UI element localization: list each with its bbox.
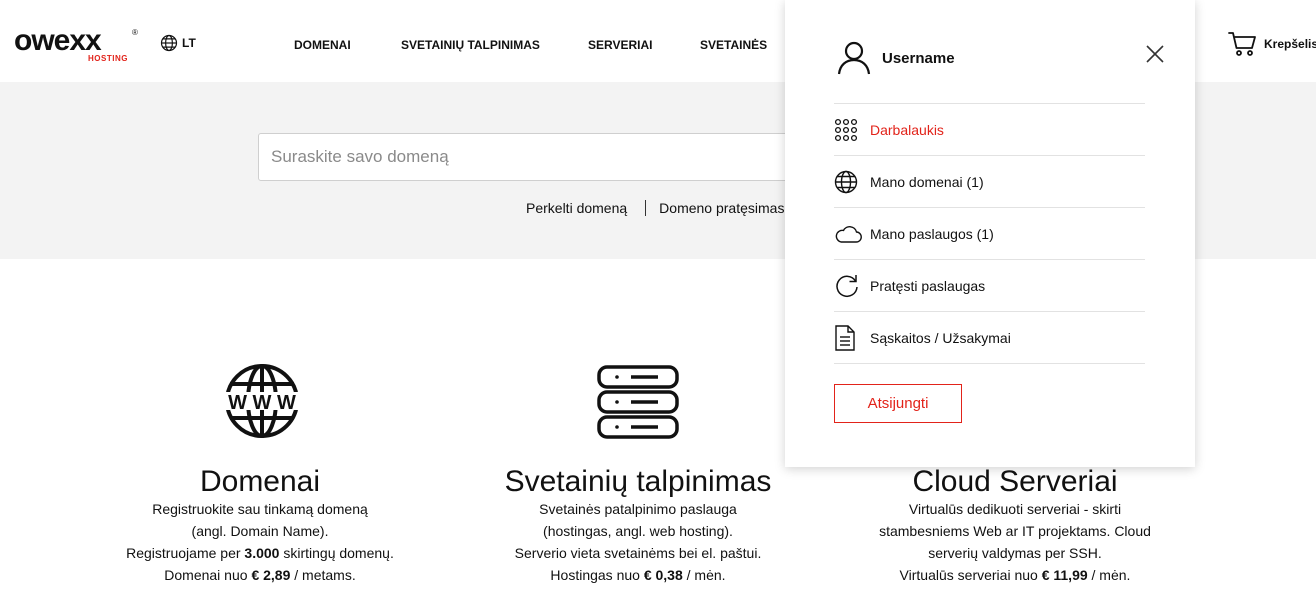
nav-domenai[interactable]: DOMENAI xyxy=(294,38,351,52)
service-desc-text: / mėn. xyxy=(682,567,726,583)
server-icon xyxy=(597,365,679,439)
service-desc-talpinimas: Svetainės patalpinimo paslauga (hostingas… xyxy=(468,498,808,586)
service-desc-cloud: Virtualūs dedikuoti serveriai - skirti st… xyxy=(845,498,1185,586)
refresh-icon xyxy=(836,274,858,297)
service-desc-line: Registruojame per 3.000 skirtingų domenų… xyxy=(90,542,430,564)
cloud-icon xyxy=(835,225,862,243)
service-desc-highlight: € 11,99 xyxy=(1041,567,1088,583)
service-desc-text: Svetainės patalpinimo paslauga xyxy=(539,501,737,517)
service-desc-line: Virtualūs serveriai nuo € 11,99 / mėn. xyxy=(845,564,1185,586)
grid-dots-icon xyxy=(834,118,858,141)
document-icon xyxy=(835,324,855,351)
language-label: LT xyxy=(182,36,196,50)
service-desc-domenai: Registruokite sau tinkamą domeną (angl. D… xyxy=(90,498,430,586)
service-desc-highlight: € 0,38 xyxy=(643,567,683,583)
user-icon xyxy=(837,41,871,75)
menu-item-pratesti-paslaugas[interactable]: Pratęsti paslaugas xyxy=(834,260,1145,312)
service-desc-text: Serverio vieta svetainėms bei el. paštui… xyxy=(514,545,762,561)
service-desc-highlight: € 2,89 xyxy=(251,567,291,583)
svg-text:W W W: W W W xyxy=(228,392,296,414)
service-desc-text: Virtualūs dedikuoti serveriai - skirti xyxy=(908,501,1122,517)
menu-item-label: Mano domenai (1) xyxy=(870,173,984,190)
menu-item-mano-paslaugos[interactable]: Mano paslaugos (1) xyxy=(834,208,1145,260)
menu-item-label: Mano paslaugos (1) xyxy=(870,225,994,242)
service-title-domenai[interactable]: Domenai xyxy=(90,465,430,499)
www-globe-icon: W W W xyxy=(218,364,306,438)
service-desc-text: (angl. Domain Name). xyxy=(191,523,329,539)
menu-item-label: Pratęsti paslaugas xyxy=(870,277,986,294)
nav-svetainiu-talpinimas[interactable]: SVETAINIŲ TALPINIMAS xyxy=(401,38,540,52)
transfer-domain-link[interactable]: Perkelti domeną xyxy=(526,200,627,216)
service-desc-line: Registruokite sau tinkamą domeną xyxy=(90,498,430,520)
service-desc-text: Hostingas nuo xyxy=(550,567,644,583)
domain-search-input[interactable] xyxy=(258,133,818,181)
globe-icon xyxy=(160,34,178,52)
service-desc-line: (angl. Domain Name). xyxy=(90,520,430,542)
logo[interactable]: owexx ® HOSTING xyxy=(14,26,138,66)
cart-label: Krepšelis xyxy=(1264,37,1316,51)
service-desc-line: Domenai nuo € 2,89 / metams. xyxy=(90,564,430,586)
logo-word: owexx xyxy=(14,24,102,57)
service-desc-line: Serverio vieta svetainėms bei el. paštui… xyxy=(468,542,808,564)
language-switcher[interactable]: LT xyxy=(160,34,196,52)
service-title-cloud[interactable]: Cloud Serveriai xyxy=(845,465,1185,499)
account-menu: Darbalaukis Mano domenai (1) Mano paslau… xyxy=(834,103,1145,364)
close-icon[interactable] xyxy=(1145,44,1165,64)
service-title-talpinimas[interactable]: Svetainių talpinimas xyxy=(468,465,808,499)
cart-icon xyxy=(1228,32,1256,56)
logo-subtitle: HOSTING xyxy=(88,54,128,63)
page: owexx ® HOSTING LT DOMENAI SVETAINIŲ TAL… xyxy=(0,0,1316,610)
service-desc-line: serverių valdymas per SSH. xyxy=(845,542,1185,564)
service-desc-text: Registruojame per xyxy=(126,545,245,561)
service-desc-text: Registruokite sau tinkamą domeną xyxy=(152,501,368,517)
nav-serveriai[interactable]: SERVERIAI xyxy=(588,38,652,52)
menu-item-darbalaukis[interactable]: Darbalaukis xyxy=(834,104,1145,156)
service-desc-text: skirtingų domenų. xyxy=(279,545,394,561)
service-desc-text: serverių valdymas per SSH. xyxy=(928,545,1102,561)
service-desc-text: Virtualūs serveriai nuo xyxy=(899,567,1042,583)
service-desc-text: Domenai nuo xyxy=(164,567,252,583)
service-desc-line: Svetainės patalpinimo paslauga xyxy=(468,498,808,520)
service-desc-text: / mėn. xyxy=(1087,567,1131,583)
account-dropdown: Username Darbalaukis Mano domenai (1) Ma… xyxy=(785,0,1195,467)
service-desc-line: Hostingas nuo € 0,38 / mėn. xyxy=(468,564,808,586)
menu-item-saskaitos[interactable]: Sąskaitos / Užsakymai xyxy=(834,312,1145,364)
cart-button[interactable]: Krepšelis xyxy=(1228,31,1316,57)
logo-registered-mark: ® xyxy=(132,28,138,37)
service-desc-highlight: 3.000 xyxy=(244,545,280,561)
link-separator xyxy=(645,200,647,216)
menu-item-label: Sąskaitos / Užsakymai xyxy=(870,329,1011,346)
logout-button[interactable]: Atsijungti xyxy=(834,384,962,423)
service-desc-line: stambesniems Web ar IT projektams. Cloud xyxy=(845,520,1185,542)
nav-svetaines[interactable]: SVETAINĖS xyxy=(700,38,767,52)
service-desc-text: / metams. xyxy=(290,567,356,583)
menu-item-label: Darbalaukis xyxy=(870,121,944,138)
service-desc-line: (hostingas, angl. web hosting). xyxy=(468,520,808,542)
search-links: Perkelti domeną Domeno pratęsimas xyxy=(526,200,784,216)
service-desc-line: Virtualūs dedikuoti serveriai - skirti xyxy=(845,498,1185,520)
service-desc-text: stambesniems Web ar IT projektams. Cloud xyxy=(879,523,1151,539)
menu-item-mano-domenai[interactable]: Mano domenai (1) xyxy=(834,156,1145,208)
service-desc-text: (hostingas, angl. web hosting). xyxy=(543,523,733,539)
globe-icon xyxy=(834,170,858,193)
username-label: Username xyxy=(882,50,955,67)
renew-domain-link[interactable]: Domeno pratęsimas xyxy=(659,200,784,216)
